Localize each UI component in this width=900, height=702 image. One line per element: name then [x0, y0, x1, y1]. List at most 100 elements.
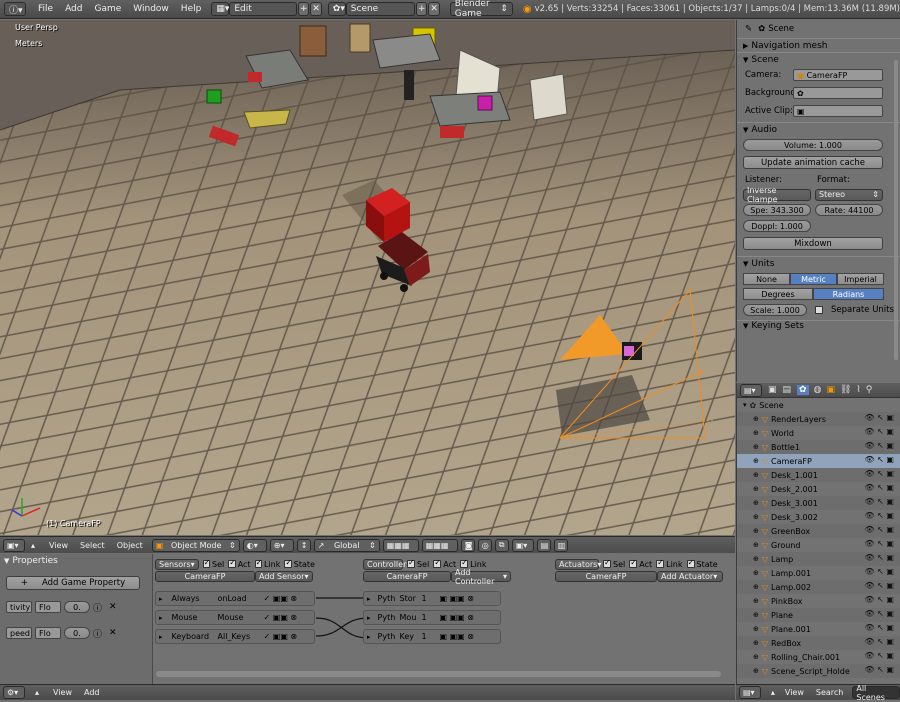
sel-checkbox[interactable]	[407, 558, 415, 568]
pin-icon[interactable]: ✓ ▣▣ ⊗	[264, 594, 298, 603]
menu-object[interactable]: Object	[111, 541, 149, 550]
outliner-item[interactable]: ⊕ ▽ Desk_3.001 👁 ↖ ▣	[737, 496, 900, 510]
visibility-toggles[interactable]: 👁 ↖ ▣	[864, 623, 894, 632]
close-icon[interactable]: ✕	[109, 602, 117, 612]
info-icon[interactable]: ⓘ	[93, 601, 102, 614]
expand-toggle-icon[interactable]: ⊕	[753, 415, 759, 423]
outliner-item[interactable]: ⊕ ▽ Lamp 👁 ↖ ▣	[737, 552, 900, 566]
controller-brick[interactable]: ▸ Pyth Mou 1 ▣ ▣▣ ⊗	[363, 610, 501, 625]
visibility-toggles[interactable]: 👁 ↖ ▣	[864, 511, 894, 520]
properties-panel-header[interactable]: ▼ Properties	[0, 554, 152, 568]
outliner-item[interactable]: ⊕ ▽ RenderLayers 👁 ↖ ▣	[737, 412, 900, 426]
add-scene-button[interactable]: +	[416, 2, 428, 16]
expand-toggle-icon[interactable]: ⊕	[753, 653, 759, 661]
controller-brick[interactable]: ▸ Pyth Stor 1 ▣ ▣▣ ⊗	[363, 591, 501, 606]
property-name-field[interactable]: peed	[6, 627, 32, 639]
expand-toggle-icon[interactable]: ⊕	[753, 597, 759, 605]
pin-icon[interactable]: ✓ ▣▣ ⊗	[264, 632, 298, 641]
scene-selector[interactable]: Scene	[345, 2, 416, 16]
controller-brick[interactable]: ▸ Pyth Key 1 ▣ ▣▣ ⊗	[363, 629, 501, 644]
mode-select[interactable]: ▣ Object Mode ⇕	[151, 538, 240, 552]
scene-tab-icon[interactable]: ✿	[797, 385, 809, 395]
link-checkbox[interactable]	[254, 558, 263, 568]
expand-toggle-icon[interactable]: ⊕	[753, 429, 759, 437]
visibility-toggles[interactable]: 👁 ↖ ▣	[864, 483, 894, 492]
visibility-toggles[interactable]: 👁 ↖ ▣	[864, 651, 894, 660]
sensor-object-label[interactable]: CameraFP	[155, 571, 255, 582]
outliner-item[interactable]: ⊕ ▽ PinkBox 👁 ↖ ▣	[737, 594, 900, 608]
controller-buttons-icon[interactable]: ▣ ▣▣ ⊗	[440, 632, 474, 641]
layout-selector[interactable]: Edit	[229, 2, 298, 16]
viewport-scene[interactable]	[0, 20, 735, 535]
state-checkbox[interactable]	[284, 558, 293, 568]
controller-buttons-icon[interactable]: ▣ ▣▣ ⊗	[440, 613, 474, 622]
property-type-select[interactable]: Flo	[35, 627, 61, 639]
property-type-select[interactable]: Flo	[35, 601, 61, 613]
snap-icon[interactable]: ⧉	[494, 538, 509, 552]
pin-icon[interactable]: ✎	[745, 24, 752, 34]
visibility-toggles[interactable]: 👁 ↖ ▣	[864, 609, 894, 618]
doppler-field[interactable]: Doppl: 1.000	[743, 220, 811, 232]
shading-select[interactable]: ◐▾	[242, 538, 267, 552]
outliner-item[interactable]: ⊕ ▽ GreenBox 👁 ↖ ▣	[737, 524, 900, 538]
expand-toggle-icon[interactable]: ⊕	[753, 625, 759, 633]
active-clip-field[interactable]: ▣	[793, 105, 883, 117]
act-checkbox[interactable]	[433, 558, 442, 568]
outliner-item[interactable]: ⊕ ▽ Desk_2.001 👁 ↖ ▣	[737, 482, 900, 496]
sensor-brick[interactable]: ▸ Always onLoad ✓ ▣▣ ⊗	[155, 591, 315, 606]
expand-toggle-icon[interactable]: ⊕	[753, 611, 759, 619]
layer-buttons-2[interactable]: ▦▦▦	[421, 538, 458, 552]
visibility-toggles[interactable]: 👁 ↖ ▣	[864, 427, 894, 436]
sel-checkbox[interactable]	[603, 558, 611, 568]
info-icon[interactable]: ⓘ	[93, 627, 102, 640]
outliner-item[interactable]: ⊕ ▽ Ground 👁 ↖ ▣	[737, 538, 900, 552]
menu-help[interactable]: Help	[175, 4, 208, 14]
act-checkbox[interactable]	[228, 558, 236, 568]
expand-toggle-icon[interactable]: ⊕	[753, 471, 759, 479]
menu-view[interactable]: View	[47, 688, 78, 697]
state-checkbox[interactable]	[686, 558, 695, 568]
link-checkbox[interactable]	[656, 558, 665, 568]
outliner-item[interactable]: ⊕ ▽ Desk_1.001 👁 ↖ ▣	[737, 468, 900, 482]
expand-toggle-icon[interactable]: ⊕	[753, 457, 759, 465]
outliner-item[interactable]: ⊕ ▽ Plane 👁 ↖ ▣	[737, 608, 900, 622]
opengl-render-icon[interactable]: ▥	[553, 538, 568, 552]
format-select[interactable]: Stereo ⇕	[815, 188, 883, 201]
sel-checkbox[interactable]	[202, 558, 211, 568]
menu-file[interactable]: File	[32, 4, 59, 14]
units-panel[interactable]: ▼ Units	[737, 256, 900, 270]
visibility-toggles[interactable]: 👁 ↖ ▣	[864, 553, 894, 562]
visibility-toggles[interactable]: 👁 ↖ ▣	[864, 581, 894, 590]
menu-view[interactable]: View	[43, 541, 74, 550]
expand-toggle-icon[interactable]: ⊕	[753, 569, 759, 577]
visibility-toggles[interactable]: 👁 ↖ ▣	[864, 637, 894, 646]
controllers-menu[interactable]: Controllers▾	[363, 558, 415, 570]
keying-sets-panel[interactable]: ▼ Keying Sets	[737, 320, 900, 330]
display-mode-select[interactable]: All Scenes	[852, 684, 900, 702]
layer-buttons-1[interactable]: ▦▦▦	[382, 538, 419, 552]
add-actuator-button[interactable]: Add Actuator ▾	[657, 571, 723, 582]
render-icon[interactable]: ▤	[536, 538, 551, 552]
constraints-tab-icon[interactable]: ⛓	[840, 385, 851, 395]
degrees-button[interactable]: Degrees	[743, 288, 813, 300]
audio-panel[interactable]: ▼ Audio	[737, 122, 900, 136]
menu-select[interactable]: Select	[74, 541, 111, 550]
render-layers-tab-icon[interactable]: ▤	[783, 385, 792, 395]
mixdown-button[interactable]: Mixdown	[743, 237, 883, 250]
menu-game[interactable]: Game	[89, 4, 128, 14]
lock-layers-icon[interactable]: ◙	[460, 538, 475, 552]
outliner-item[interactable]: ⊕ ▽ Desk_3.002 👁 ↖ ▣	[737, 510, 900, 524]
property-name-field[interactable]: tivity	[6, 601, 32, 613]
add-game-property-button[interactable]: + Add Game Property	[6, 576, 140, 590]
outliner-item[interactable]: ⊕ ▽ World 👁 ↖ ▣	[737, 426, 900, 440]
outliner-item[interactable]: ⊕ ▽ Plane.001 👁 ↖ ▣	[737, 622, 900, 636]
close-icon[interactable]: ✕	[109, 628, 117, 638]
visibility-toggles[interactable]: 👁 ↖ ▣	[864, 665, 894, 674]
update-animation-cache-button[interactable]: Update animation cache	[743, 156, 883, 169]
expand-toggle-icon[interactable]: ⊕	[753, 485, 759, 493]
collapse-icon[interactable]: ▴	[771, 688, 775, 697]
collapse-icon[interactable]: ▴	[31, 541, 35, 550]
visibility-toggles[interactable]: 👁 ↖ ▣	[864, 525, 894, 534]
controller-object-label[interactable]: CameraFP	[363, 571, 451, 582]
rate-field[interactable]: Rate: 44100	[815, 204, 883, 216]
